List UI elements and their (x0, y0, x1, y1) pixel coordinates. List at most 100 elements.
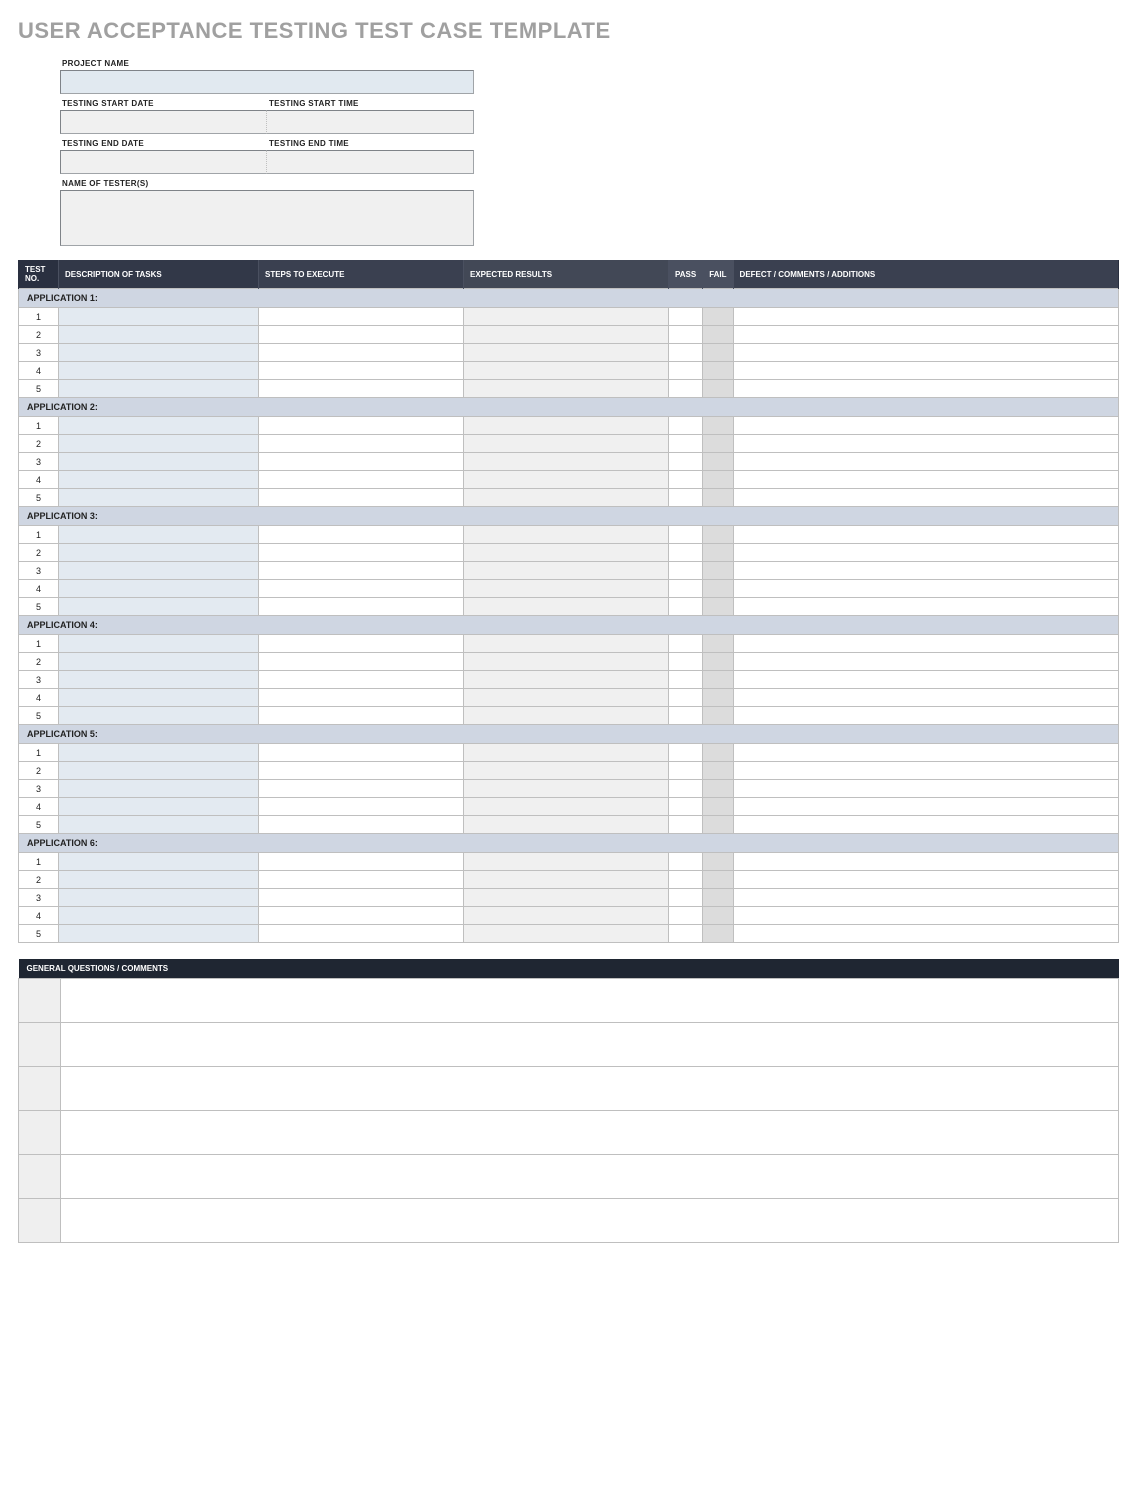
fail-cell[interactable] (703, 417, 733, 435)
fail-cell[interactable] (703, 544, 733, 562)
defect-cell[interactable] (733, 871, 1118, 889)
gq-body-cell[interactable] (61, 979, 1119, 1023)
expected-cell[interactable] (464, 871, 669, 889)
fail-cell[interactable] (703, 453, 733, 471)
desc-cell[interactable] (59, 326, 259, 344)
pass-cell[interactable] (669, 871, 703, 889)
start-date-input[interactable] (60, 110, 267, 134)
fail-cell[interactable] (703, 744, 733, 762)
fail-cell[interactable] (703, 907, 733, 925)
desc-cell[interactable] (59, 471, 259, 489)
pass-cell[interactable] (669, 471, 703, 489)
fail-cell[interactable] (703, 653, 733, 671)
desc-cell[interactable] (59, 671, 259, 689)
steps-cell[interactable] (259, 871, 464, 889)
gq-body-cell[interactable] (61, 1199, 1119, 1243)
fail-cell[interactable] (703, 816, 733, 834)
desc-cell[interactable] (59, 362, 259, 380)
defect-cell[interactable] (733, 907, 1118, 925)
defect-cell[interactable] (733, 635, 1118, 653)
desc-cell[interactable] (59, 907, 259, 925)
expected-cell[interactable] (464, 780, 669, 798)
defect-cell[interactable] (733, 798, 1118, 816)
defect-cell[interactable] (733, 453, 1118, 471)
pass-cell[interactable] (669, 889, 703, 907)
steps-cell[interactable] (259, 889, 464, 907)
expected-cell[interactable] (464, 671, 669, 689)
pass-cell[interactable] (669, 635, 703, 653)
expected-cell[interactable] (464, 744, 669, 762)
desc-cell[interactable] (59, 798, 259, 816)
gq-body-cell[interactable] (61, 1111, 1119, 1155)
desc-cell[interactable] (59, 417, 259, 435)
expected-cell[interactable] (464, 889, 669, 907)
desc-cell[interactable] (59, 889, 259, 907)
desc-cell[interactable] (59, 871, 259, 889)
steps-cell[interactable] (259, 653, 464, 671)
steps-cell[interactable] (259, 853, 464, 871)
pass-cell[interactable] (669, 798, 703, 816)
desc-cell[interactable] (59, 744, 259, 762)
pass-cell[interactable] (669, 816, 703, 834)
desc-cell[interactable] (59, 526, 259, 544)
fail-cell[interactable] (703, 598, 733, 616)
steps-cell[interactable] (259, 417, 464, 435)
steps-cell[interactable] (259, 689, 464, 707)
steps-cell[interactable] (259, 671, 464, 689)
fail-cell[interactable] (703, 889, 733, 907)
fail-cell[interactable] (703, 308, 733, 326)
gq-id-cell[interactable] (19, 979, 61, 1023)
desc-cell[interactable] (59, 435, 259, 453)
defect-cell[interactable] (733, 744, 1118, 762)
pass-cell[interactable] (669, 362, 703, 380)
gq-id-cell[interactable] (19, 1199, 61, 1243)
fail-cell[interactable] (703, 671, 733, 689)
gq-id-cell[interactable] (19, 1067, 61, 1111)
pass-cell[interactable] (669, 707, 703, 725)
pass-cell[interactable] (669, 762, 703, 780)
pass-cell[interactable] (669, 308, 703, 326)
fail-cell[interactable] (703, 798, 733, 816)
end-time-input[interactable] (267, 150, 474, 174)
expected-cell[interactable] (464, 598, 669, 616)
pass-cell[interactable] (669, 744, 703, 762)
steps-cell[interactable] (259, 635, 464, 653)
pass-cell[interactable] (669, 671, 703, 689)
desc-cell[interactable] (59, 653, 259, 671)
steps-cell[interactable] (259, 780, 464, 798)
desc-cell[interactable] (59, 635, 259, 653)
defect-cell[interactable] (733, 562, 1118, 580)
fail-cell[interactable] (703, 344, 733, 362)
pass-cell[interactable] (669, 853, 703, 871)
defect-cell[interactable] (733, 471, 1118, 489)
gq-id-cell[interactable] (19, 1111, 61, 1155)
steps-cell[interactable] (259, 526, 464, 544)
pass-cell[interactable] (669, 544, 703, 562)
pass-cell[interactable] (669, 562, 703, 580)
defect-cell[interactable] (733, 816, 1118, 834)
fail-cell[interactable] (703, 635, 733, 653)
defect-cell[interactable] (733, 653, 1118, 671)
gq-body-cell[interactable] (61, 1067, 1119, 1111)
expected-cell[interactable] (464, 762, 669, 780)
pass-cell[interactable] (669, 489, 703, 507)
fail-cell[interactable] (703, 380, 733, 398)
steps-cell[interactable] (259, 489, 464, 507)
steps-cell[interactable] (259, 762, 464, 780)
defect-cell[interactable] (733, 344, 1118, 362)
expected-cell[interactable] (464, 380, 669, 398)
pass-cell[interactable] (669, 435, 703, 453)
fail-cell[interactable] (703, 489, 733, 507)
steps-cell[interactable] (259, 362, 464, 380)
desc-cell[interactable] (59, 453, 259, 471)
steps-cell[interactable] (259, 326, 464, 344)
expected-cell[interactable] (464, 853, 669, 871)
pass-cell[interactable] (669, 689, 703, 707)
desc-cell[interactable] (59, 707, 259, 725)
expected-cell[interactable] (464, 362, 669, 380)
defect-cell[interactable] (733, 762, 1118, 780)
steps-cell[interactable] (259, 744, 464, 762)
desc-cell[interactable] (59, 816, 259, 834)
expected-cell[interactable] (464, 689, 669, 707)
defect-cell[interactable] (733, 853, 1118, 871)
